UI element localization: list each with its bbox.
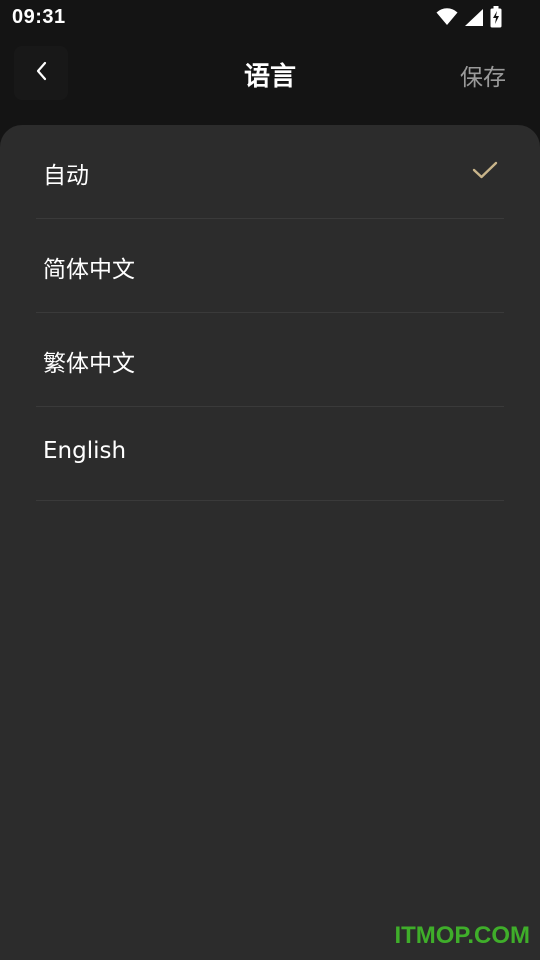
language-settings-screen: 09:31 语言 保存 自动 简体中文 繁体中文 English ITMOP.C… bbox=[0, 0, 540, 960]
checkmark-icon bbox=[472, 160, 498, 184]
status-icons bbox=[436, 6, 502, 28]
language-label: 简体中文 bbox=[43, 257, 135, 283]
header: 语言 保存 bbox=[0, 36, 540, 120]
battery-charging-icon bbox=[490, 6, 502, 28]
status-bar: 09:31 bbox=[0, 0, 540, 36]
language-sheet: 自动 简体中文 繁体中文 English ITMOP.COM bbox=[0, 125, 540, 960]
signal-icon bbox=[464, 8, 484, 27]
language-item-english[interactable]: English bbox=[36, 407, 504, 501]
wifi-icon bbox=[436, 8, 458, 26]
page-title: 语言 bbox=[243, 62, 296, 92]
language-label: 繁体中文 bbox=[43, 351, 135, 377]
language-item-traditional-chinese[interactable]: 繁体中文 bbox=[36, 313, 504, 407]
language-label: 自动 bbox=[43, 163, 89, 189]
save-button[interactable]: 保存 bbox=[460, 58, 506, 92]
language-label: English bbox=[43, 438, 127, 464]
status-time: 09:31 bbox=[12, 6, 66, 28]
language-item-simplified-chinese[interactable]: 简体中文 bbox=[36, 219, 504, 313]
language-item-auto[interactable]: 自动 bbox=[36, 125, 504, 219]
language-list: 自动 简体中文 繁体中文 English bbox=[36, 125, 504, 501]
watermark: ITMOP.COM bbox=[394, 922, 530, 949]
